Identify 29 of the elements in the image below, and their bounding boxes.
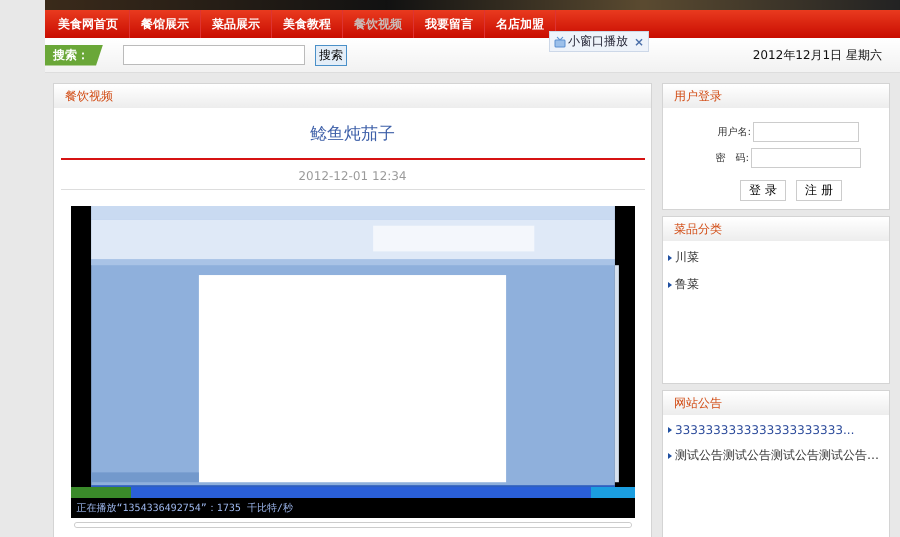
panel-title: 用户登录 xyxy=(674,88,722,104)
close-icon[interactable]: × xyxy=(634,34,644,48)
password-field[interactable] xyxy=(751,148,861,168)
notice-link[interactable]: 3333333333333333333333... xyxy=(675,423,854,437)
date-text: 2012年12月1日 星期六 xyxy=(752,46,882,64)
password-label: 密 码: xyxy=(714,152,749,165)
search-field[interactable] xyxy=(123,45,305,65)
bullet-icon xyxy=(668,427,672,433)
seek-bar[interactable] xyxy=(74,522,632,528)
playback-status: 正在播放“1354336492754”：1735 千比特/秒 xyxy=(76,502,294,516)
search-button[interactable]: 搜索 xyxy=(315,44,347,66)
username-label: 用户名: xyxy=(716,126,751,139)
tv-icon xyxy=(554,36,566,48)
video-title: 鲶鱼炖茄子 xyxy=(310,123,395,146)
bullet-icon xyxy=(668,452,672,458)
username-field[interactable] xyxy=(753,122,859,142)
bullet-icon xyxy=(668,254,672,260)
panel-title: 菜品分类 xyxy=(674,220,722,238)
category-link[interactable]: 川菜 xyxy=(675,249,699,266)
notice-link[interactable]: 测试公告测试公告测试公告测试公告… xyxy=(675,447,879,464)
login-button[interactable]: 登 录 xyxy=(740,180,786,201)
register-button[interactable]: 注 册 xyxy=(796,180,842,201)
bullet-icon xyxy=(668,282,672,288)
post-time: 2012-12-01 12:34 xyxy=(298,169,407,183)
category-link[interactable]: 鲁菜 xyxy=(675,276,699,293)
mini-player-label[interactable]: 小窗口播放 xyxy=(568,33,628,50)
panel-title: 餐饮视频 xyxy=(65,88,113,104)
search-label: 搜索： xyxy=(45,44,103,66)
panel-title: 网站公告 xyxy=(674,394,722,412)
